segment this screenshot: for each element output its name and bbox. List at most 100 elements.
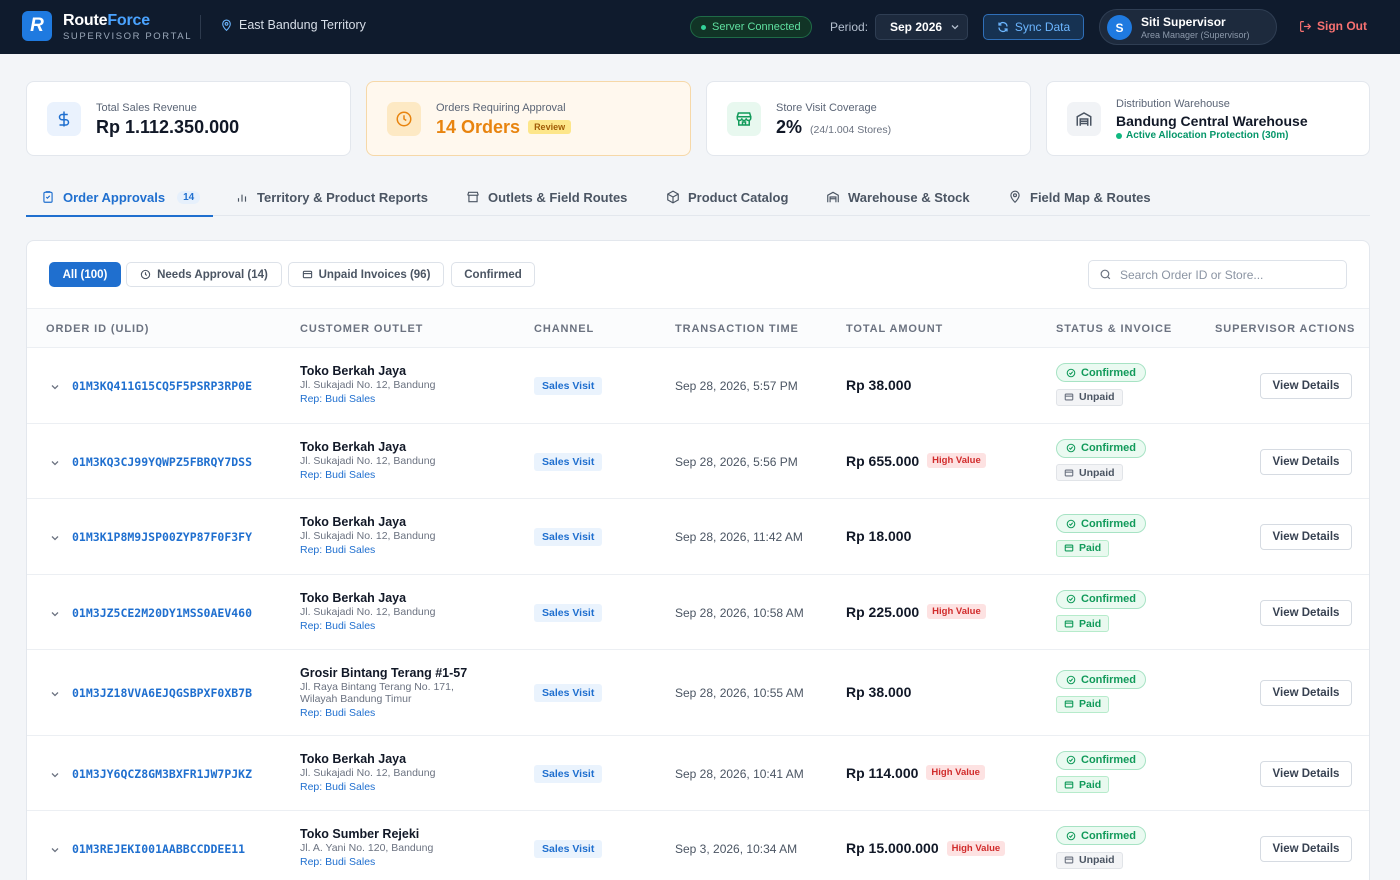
logout-icon bbox=[1300, 20, 1312, 32]
expand-chevron-icon[interactable] bbox=[49, 531, 61, 543]
tab-label: Product Catalog bbox=[688, 189, 789, 205]
view-details-button[interactable]: View Details bbox=[1260, 760, 1352, 787]
warehouse-status: Active Allocation Protection (30m) bbox=[1116, 130, 1288, 141]
tab-label: Warehouse & Stock bbox=[848, 189, 970, 205]
high-value-badge: High Value bbox=[927, 453, 986, 468]
expand-chevron-icon[interactable] bbox=[49, 687, 61, 699]
tab-warehouse-stock[interactable]: Warehouse & Stock bbox=[826, 178, 970, 216]
tab-outlets-routes[interactable]: Outlets & Field Routes bbox=[466, 178, 627, 216]
tab-label: Field Map & Routes bbox=[1030, 189, 1151, 205]
revenue-card: Total Sales Revenue Rp 1.112.350.000 bbox=[26, 81, 351, 156]
status-text: Confirmed bbox=[1081, 366, 1136, 379]
search-input[interactable] bbox=[1120, 267, 1340, 282]
brand-name: RouteForce bbox=[63, 12, 192, 30]
expand-chevron-icon[interactable] bbox=[49, 607, 61, 619]
outlet-address: Jl. Sukajadi No. 12, Bandung bbox=[300, 455, 436, 467]
tab-product-catalog[interactable]: Product Catalog bbox=[666, 178, 788, 216]
expand-chevron-icon[interactable] bbox=[49, 768, 61, 780]
warehouse-name: Bandung Central Warehouse bbox=[1116, 113, 1308, 129]
invoice-badge: Paid bbox=[1056, 615, 1110, 632]
coverage-card: Store Visit Coverage 2% (24/1.004 Stores… bbox=[706, 81, 1031, 156]
tab-count-badge: 14 bbox=[177, 190, 201, 204]
check-circle-icon bbox=[1066, 675, 1076, 685]
clock-icon bbox=[387, 102, 421, 136]
order-id[interactable]: 01M3JZ18VVA6EJQGSBPXF0XB7B bbox=[72, 686, 252, 700]
expand-chevron-icon[interactable] bbox=[49, 843, 61, 855]
outlet-address: Jl. Sukajadi No. 12, Bandung bbox=[300, 379, 436, 391]
sales-rep: Rep: Budi Sales bbox=[300, 620, 376, 632]
channel-badge: Sales Visit bbox=[534, 528, 603, 546]
tab-label: Outlets & Field Routes bbox=[488, 189, 628, 205]
order-id[interactable]: 01M3REJEKI001AABBCCDDEE11 bbox=[72, 842, 245, 856]
table-row[interactable]: 01M3JY6QCZ8GM3BXFR1JW7PJKZ Toko Berkah Ja… bbox=[27, 736, 1369, 811]
sales-rep: Rep: Budi Sales bbox=[300, 544, 376, 556]
expand-chevron-icon[interactable] bbox=[49, 380, 61, 392]
filter-needs-approval[interactable]: Needs Approval (14) bbox=[126, 262, 282, 287]
view-details-button[interactable]: View Details bbox=[1260, 599, 1352, 626]
order-id[interactable]: 01M3JY6QCZ8GM3BXFR1JW7PJKZ bbox=[72, 767, 252, 781]
expand-chevron-icon[interactable] bbox=[49, 456, 61, 468]
amount-value: Rp 15.000.000 bbox=[846, 840, 939, 856]
map-pin-icon bbox=[1010, 190, 1020, 204]
customer-outlet: Toko Sumber Rejeki Jl. A. Yani No. 120, B… bbox=[300, 827, 500, 868]
status-badge: Confirmed bbox=[1056, 438, 1146, 458]
table-row[interactable]: 01M3K1P8M9JSP00ZYP87F0F3FY Toko Berkah Ja… bbox=[27, 499, 1369, 575]
approval-count: 14 Orders bbox=[436, 117, 521, 137]
transaction-time: Sep 28, 2026, 10:55 AM bbox=[675, 686, 804, 700]
tab-label: Order Approvals bbox=[63, 189, 166, 205]
view-details-button[interactable]: View Details bbox=[1260, 373, 1352, 399]
coverage-value: 2% (24/1.004 Stores) bbox=[776, 117, 891, 138]
table-row[interactable]: 01M3JZ18VVA6EJQGSBPXF0XB7B Grosir Bintang… bbox=[27, 650, 1369, 736]
sync-data-button[interactable]: Sync Data bbox=[983, 14, 1084, 40]
column-header: STATUS & INVOICE bbox=[1056, 323, 1173, 335]
brand-name-main: Route bbox=[63, 12, 108, 29]
table-row[interactable]: 01M3KQ3CJ99YQWPZ5FBRQY7DSS Toko Berkah Ja… bbox=[27, 424, 1369, 499]
view-details-button[interactable]: View Details bbox=[1260, 680, 1352, 706]
search-icon bbox=[1100, 269, 1111, 280]
sales-rep: Rep: Budi Sales bbox=[300, 393, 376, 405]
coverage-detail: (24/1.004 Stores) bbox=[810, 124, 892, 136]
approval-card[interactable]: Orders Requiring Approval 14 Orders Revi… bbox=[366, 81, 691, 156]
filter-all[interactable]: All (100) bbox=[49, 262, 121, 287]
invoice-icon bbox=[1064, 780, 1074, 790]
tab-order-approvals[interactable]: Order Approvals 14 bbox=[26, 178, 213, 217]
order-id[interactable]: 01M3KQ411G15CQ5F5PSRP3RP0E bbox=[72, 379, 252, 393]
main-tabs: Order Approvals 14 Territory & Product R… bbox=[26, 178, 1370, 217]
view-details-button[interactable]: View Details bbox=[1260, 448, 1352, 475]
period-select[interactable]: Sep 2026 bbox=[875, 14, 968, 40]
high-value-badge: High Value bbox=[926, 765, 985, 780]
sign-out-label: Sign Out bbox=[1317, 19, 1367, 33]
outlet-name: Toko Berkah Jaya bbox=[300, 515, 407, 529]
invoice-text: Paid bbox=[1079, 542, 1102, 554]
filter-unpaid-invoices[interactable]: Unpaid Invoices (96) bbox=[288, 262, 444, 287]
view-details-label: View Details bbox=[1272, 767, 1340, 780]
table-header: ORDER ID (ULID) CUSTOMER OUTLET CHANNEL … bbox=[27, 308, 1369, 348]
total-amount: Rp 655.000 High Value bbox=[846, 453, 986, 469]
filter-confirmed[interactable]: Confirmed bbox=[451, 262, 535, 287]
order-id[interactable]: 01M3KQ3CJ99YQWPZ5FBRQY7DSS bbox=[72, 455, 252, 469]
search-field[interactable] bbox=[1088, 260, 1347, 289]
table-row[interactable]: 01M3KQ411G15CQ5F5PSRP3RP0E Toko Berkah Ja… bbox=[27, 348, 1369, 424]
invoice-text: Paid bbox=[1079, 778, 1102, 791]
check-circle-icon bbox=[1066, 831, 1076, 841]
amount-value: Rp 38.000 bbox=[846, 684, 912, 700]
clock-icon bbox=[140, 269, 151, 280]
status-badge: Confirmed bbox=[1056, 826, 1146, 845]
table-row[interactable]: 01M3JZ5CE2M20DY1MSS0AEV460 Toko Berkah Ja… bbox=[27, 575, 1369, 650]
view-details-label: View Details bbox=[1272, 455, 1340, 468]
total-amount: Rp 225.000 High Value bbox=[846, 604, 986, 620]
order-id[interactable]: 01M3K1P8M9JSP00ZYP87F0F3FY bbox=[72, 530, 252, 544]
user-profile-chip[interactable]: S Siti Supervisor Area Manager (Supervis… bbox=[1099, 9, 1277, 45]
tab-territory-reports[interactable]: Territory & Product Reports bbox=[235, 178, 428, 216]
view-details-button[interactable]: View Details bbox=[1260, 524, 1352, 550]
orders-panel: All (100) Needs Approval (14) Unpaid Inv… bbox=[26, 240, 1370, 880]
view-details-button[interactable]: View Details bbox=[1260, 836, 1352, 862]
channel-badge: Sales Visit bbox=[534, 377, 603, 395]
tab-field-map[interactable]: Field Map & Routes bbox=[1008, 178, 1151, 216]
table-row[interactable]: 01M3REJEKI001AABBCCDDEE11 Toko Sumber Rej… bbox=[27, 811, 1369, 880]
order-id[interactable]: 01M3JZ5CE2M20DY1MSS0AEV460 bbox=[72, 606, 252, 620]
column-header: TOTAL AMOUNT bbox=[846, 323, 944, 335]
sign-out-button[interactable]: Sign Out bbox=[1299, 19, 1367, 33]
brand-name-accent: Force bbox=[107, 12, 150, 29]
tab-label: Territory & Product Reports bbox=[257, 189, 428, 205]
